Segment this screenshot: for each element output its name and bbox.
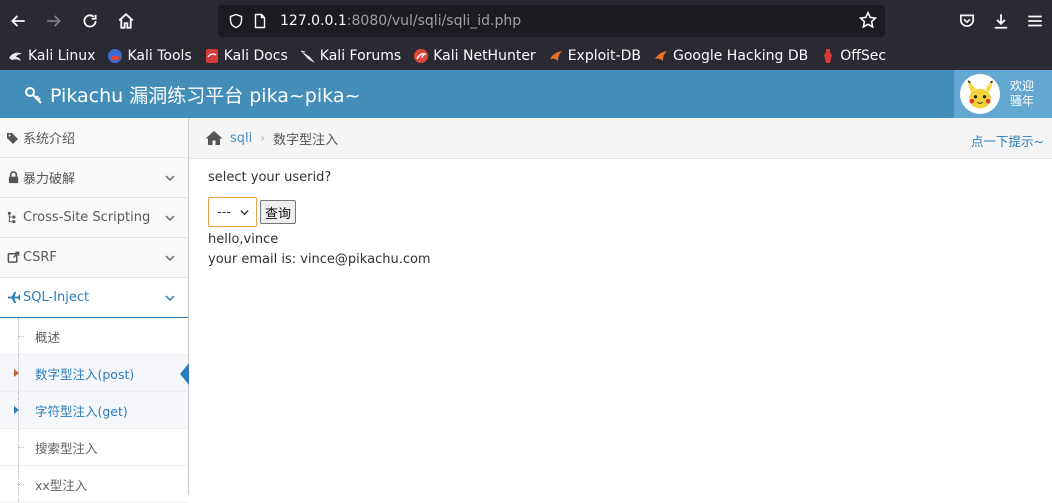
sidebar-item-sql-inject[interactable]: SQL-Inject <box>0 278 188 318</box>
back-button[interactable] <box>0 3 36 39</box>
bookmark-offsec[interactable]: OffSec <box>820 48 886 64</box>
chevron-down-icon <box>165 175 175 182</box>
bookmark-kali-linux[interactable]: Kali Linux <box>8 48 95 64</box>
sidebar-item-xss[interactable]: Cross-Site Scripting <box>0 198 188 238</box>
browser-toolbar: 127.0.0.1:8080/vul/sqli/sqli_id.php <box>0 0 1052 42</box>
breadcrumb-separator-icon: › <box>260 131 266 145</box>
user-menu[interactable]: 欢迎 骚年 <box>954 70 1052 118</box>
home-icon[interactable] <box>205 130 223 146</box>
bookmark-kali-forums[interactable]: Kali Forums <box>300 48 401 64</box>
sitemap-icon <box>6 211 20 224</box>
bookmarks-toolbar: Kali Linux Kali Tools Kali Docs Kali For… <box>0 42 1052 70</box>
app-header: Pikachu 漏洞练习平台 pika~pika~ 欢迎 骚年 <box>0 70 1052 118</box>
bookmark-kali-nethunter[interactable]: Kali NetHunter <box>413 48 536 64</box>
main-content: select your userid? --- 查询 hello,vince y… <box>208 170 431 270</box>
submenu-item-overview[interactable]: 概述 <box>0 318 188 355</box>
plane-icon <box>6 291 20 304</box>
userid-select[interactable]: --- <box>208 197 257 227</box>
nethunter-icon <box>413 48 429 64</box>
bookmark-kali-tools[interactable]: Kali Tools <box>107 48 192 64</box>
bookmark-google-hacking-db[interactable]: Google Hacking DB <box>653 48 808 64</box>
chevron-down-icon <box>240 210 249 216</box>
query-button[interactable]: 查询 <box>260 200 297 224</box>
bookmark-star-icon[interactable] <box>858 10 878 33</box>
chevron-down-icon <box>165 295 175 302</box>
key-icon <box>24 85 44 105</box>
kali-forums-icon <box>300 48 316 64</box>
breadcrumb-current: 数字型注入 <box>273 132 339 148</box>
kali-tools-icon <box>107 48 123 64</box>
sidebar-item-csrf[interactable]: CSRF <box>0 238 188 278</box>
caret-right-icon <box>14 369 19 377</box>
pikachu-icon <box>966 78 995 109</box>
breadcrumb: sqli › 数字型注入 点一下提示~ <box>189 118 1052 159</box>
bookmark-exploit-db[interactable]: Exploit-DB <box>548 48 641 64</box>
breadcrumb-link-sqli[interactable]: sqli <box>230 131 252 146</box>
share-icon <box>6 251 20 264</box>
forward-button[interactable] <box>36 3 72 39</box>
sidebar: 系统介绍 暴力破解 Cross-Site Scripting CSRF SQL-… <box>0 118 189 503</box>
submenu-item-xx[interactable]: xx型注入 <box>0 466 188 503</box>
ghdb-icon <box>653 48 669 64</box>
query-form: --- 查询 <box>208 197 431 227</box>
kali-dragon-icon <box>8 48 24 64</box>
bookmark-kali-docs[interactable]: Kali Docs <box>204 48 288 64</box>
address-bar[interactable]: 127.0.0.1:8080/vul/sqli/sqli_id.php <box>218 5 885 37</box>
sql-inject-submenu: 概述 数字型注入(post) 字符型注入(get) 搜索型注入 xx型注入 <box>0 318 189 503</box>
url-text: 127.0.0.1:8080/vul/sqli/sqli_id.php <box>280 13 522 29</box>
chevron-down-icon <box>165 215 175 222</box>
welcome-text: 欢迎 骚年 <box>1010 79 1035 108</box>
submenu-item-string-get[interactable]: 字符型注入(get) <box>0 392 188 429</box>
lock-icon <box>6 171 20 184</box>
downloads-button[interactable] <box>984 3 1018 39</box>
submenu-item-numeric-post[interactable]: 数字型注入(post) <box>0 355 189 392</box>
caret-right-icon <box>14 406 19 414</box>
sidebar-item-brute-force[interactable]: 暴力破解 <box>0 158 188 198</box>
shield-icon[interactable] <box>226 11 246 31</box>
offsec-icon <box>820 48 836 64</box>
home-button[interactable] <box>108 3 144 39</box>
submenu-item-search[interactable]: 搜索型注入 <box>0 429 188 466</box>
tags-icon <box>6 131 20 145</box>
result-greeting: hello,vince <box>208 232 279 247</box>
menu-button[interactable] <box>1018 3 1052 39</box>
pocket-button[interactable] <box>950 3 984 39</box>
avatar <box>960 74 1000 114</box>
result-email: your email is: vince@pikachu.com <box>208 252 431 267</box>
sidebar-item-intro[interactable]: 系统介绍 <box>0 118 188 158</box>
kali-docs-icon <box>204 48 220 64</box>
hint-link[interactable]: 点一下提示~ <box>971 131 1044 150</box>
prompt-text: select your userid? <box>208 170 332 185</box>
app-title[interactable]: Pikachu 漏洞练习平台 pika~pika~ <box>24 81 360 108</box>
page-icon[interactable] <box>250 11 270 31</box>
reload-button[interactable] <box>72 3 108 39</box>
active-indicator <box>180 363 189 385</box>
exploitdb-icon <box>548 48 564 64</box>
chevron-down-icon <box>165 255 175 262</box>
